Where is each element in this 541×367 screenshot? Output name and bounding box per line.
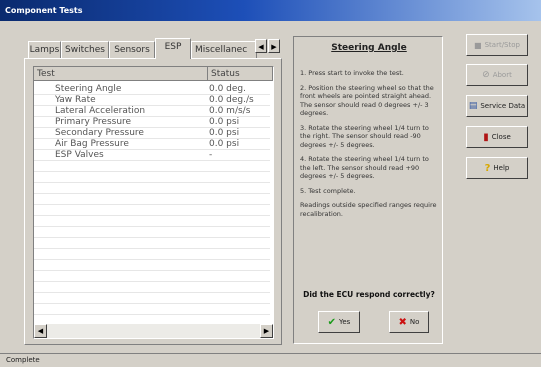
no-button[interactable]: ✖ No xyxy=(389,311,429,333)
test-name: Primary Pressure xyxy=(55,117,132,127)
empty-row xyxy=(34,260,270,271)
table-row[interactable]: ESP Valves - xyxy=(34,150,270,161)
tab-esp[interactable]: ESP xyxy=(155,38,191,59)
test-list[interactable]: Test Status Steering Angle 0.0 deg. Yaw … xyxy=(33,66,274,339)
test-status: 0.0 psi xyxy=(209,117,240,127)
empty-row xyxy=(34,249,270,260)
tab-scroll-right-button[interactable]: ▶ xyxy=(268,39,280,53)
window-titlebar: Component Tests xyxy=(0,0,541,21)
exit-door-icon: ▮ xyxy=(483,131,489,143)
test-name: Steering Angle xyxy=(55,84,122,94)
horizontal-scrollbar[interactable]: ◀ ▶ xyxy=(34,324,273,338)
empty-row xyxy=(34,161,270,172)
abort-label: Abort xyxy=(492,71,512,79)
instruction-step: 3. Rotate the steering wheel 1/4 turn to… xyxy=(300,123,429,149)
start-stop-button[interactable]: ■ Start/Stop xyxy=(466,34,528,56)
tab-miscellaneous[interactable]: Miscellanec xyxy=(191,41,257,58)
service-data-label: Service Data xyxy=(480,102,526,110)
test-status: 0.0 m/s/s xyxy=(209,106,251,116)
table-row[interactable]: Lateral Acceleration 0.0 m/s/s xyxy=(34,106,270,117)
table-row[interactable]: Yaw Rate 0.0 deg./s xyxy=(34,95,270,106)
close-button[interactable]: ▮ Close xyxy=(466,126,528,148)
x-icon: ✖ xyxy=(398,316,407,328)
instruction-note: Readings outside specified ranges requir… xyxy=(300,201,437,218)
table-row[interactable]: Primary Pressure 0.0 psi xyxy=(34,117,270,128)
checkmark-icon: ✔ xyxy=(327,316,337,328)
component-tests-window: Component Tests Lamps Switches Sensors E… xyxy=(0,0,541,367)
empty-row xyxy=(34,172,270,183)
help-button[interactable]: ? Help xyxy=(466,157,528,179)
column-header-status[interactable]: Status xyxy=(208,67,273,81)
table-row[interactable]: Air Bag Pressure 0.0 psi xyxy=(34,139,270,150)
tab-scroll-left-button[interactable]: ◀ xyxy=(255,39,267,53)
help-label: Help xyxy=(493,164,510,172)
instruction-steps: 1. Press start to invoke the test. 2. Po… xyxy=(300,69,440,224)
tab-switches[interactable]: Switches xyxy=(61,41,109,58)
table-row[interactable]: Steering Angle 0.0 deg. xyxy=(34,84,270,95)
empty-row xyxy=(34,227,270,238)
test-status: 0.0 psi xyxy=(209,128,240,138)
empty-row xyxy=(34,282,270,293)
instructions-title: Steering Angle xyxy=(331,43,407,53)
abort-button[interactable]: ⊘ Abort xyxy=(466,64,528,86)
test-name: Air Bag Pressure xyxy=(55,139,129,149)
start-stop-icon: ■ xyxy=(474,40,482,50)
instruction-step: 1. Press start to invoke the test. xyxy=(300,69,404,77)
instruction-step: 4. Rotate the steering wheel 1/4 turn to… xyxy=(300,155,429,180)
status-bar: Complete xyxy=(0,353,541,367)
ecu-response-question: Did the ECU respond correctly? xyxy=(303,290,435,299)
test-name: ESP Valves xyxy=(55,150,104,160)
test-name: Secondary Pressure xyxy=(55,128,144,138)
instruction-step: 2. Position the steering wheel so that t… xyxy=(300,83,434,118)
test-name: Lateral Acceleration xyxy=(55,106,146,116)
chevron-left-icon: ◀ xyxy=(258,43,264,51)
close-label: Close xyxy=(491,133,511,141)
tab-lamps[interactable]: Lamps xyxy=(28,41,61,58)
empty-row xyxy=(34,238,270,249)
instruction-step: 5. Test complete. xyxy=(300,186,356,195)
no-label: No xyxy=(409,318,420,326)
arrow-right-icon: ▶ xyxy=(263,327,270,335)
service-data-icon: ▤ xyxy=(468,101,478,111)
service-data-button[interactable]: ▤ Service Data xyxy=(466,95,528,117)
test-status: 0.0 deg. xyxy=(209,84,246,94)
empty-row xyxy=(34,216,270,227)
instructions-panel: Steering Angle 1. Press start to invoke … xyxy=(293,36,443,344)
abort-icon: ⊘ xyxy=(482,70,490,80)
test-status: 0.0 psi xyxy=(209,139,240,149)
table-row[interactable]: Secondary Pressure 0.0 psi xyxy=(34,128,270,139)
scroll-right-button[interactable]: ▶ xyxy=(260,324,273,338)
empty-row xyxy=(34,183,270,194)
scroll-left-button[interactable]: ◀ xyxy=(34,324,47,338)
test-status: 0.0 deg./s xyxy=(209,95,254,105)
test-status: - xyxy=(209,150,213,160)
help-icon: ? xyxy=(484,162,491,174)
start-stop-label: Start/Stop xyxy=(484,41,520,49)
empty-row xyxy=(34,205,270,216)
empty-row xyxy=(34,293,270,304)
test-name: Yaw Rate xyxy=(55,95,96,105)
empty-row xyxy=(34,304,270,315)
tab-sensors[interactable]: Sensors xyxy=(109,41,155,58)
yes-label: Yes xyxy=(339,318,351,326)
empty-row xyxy=(34,271,270,282)
chevron-right-icon: ▶ xyxy=(271,43,277,51)
arrow-left-icon: ◀ xyxy=(37,327,44,335)
empty-row xyxy=(34,194,270,205)
column-header-test[interactable]: Test xyxy=(34,67,208,81)
yes-button[interactable]: ✔ Yes xyxy=(318,311,360,333)
